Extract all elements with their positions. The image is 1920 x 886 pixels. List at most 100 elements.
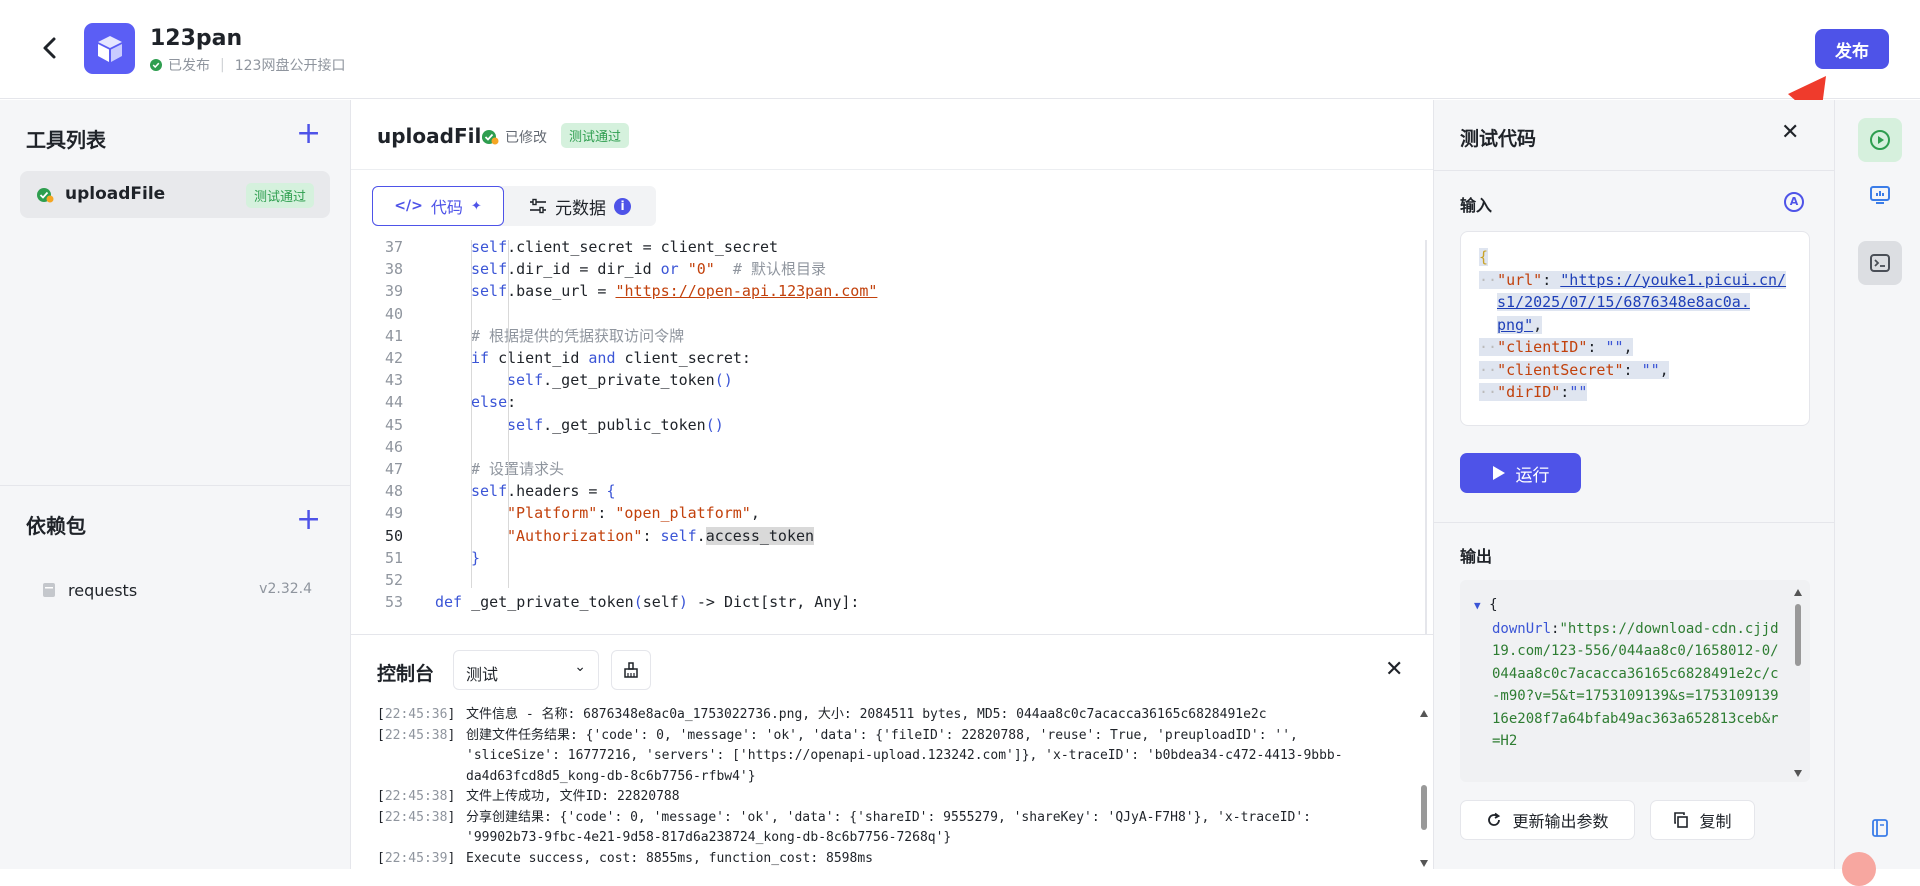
output-val-downurl: "https://download-cdn.cjjd19.com/123-556… (1492, 620, 1779, 750)
modified-status: 已修改 (481, 127, 547, 147)
code-line: 49 "Platform": "open_platform", (351, 502, 1411, 524)
back-arrow-icon[interactable] (36, 34, 64, 62)
code-text: } (471, 548, 481, 567)
ai-fill-icon[interactable]: A (1784, 192, 1804, 212)
input-label: 输入 (1460, 196, 1493, 215)
test-input-editor[interactable]: { ··"url": "https://youke1.picui.cn/ s1/… (1460, 231, 1810, 426)
app-title: 123pan (150, 26, 243, 51)
test-run-tab[interactable] (1858, 118, 1902, 162)
line-number: 50 (384, 526, 403, 545)
test-panel-title: 测试代码 (1460, 128, 1537, 150)
line-number: 38 (384, 260, 403, 279)
test-output-viewer[interactable]: ▼ { downUrl:"https://download-cdn.cjjd19… (1460, 580, 1810, 782)
publish-button[interactable]: 发布 (1815, 29, 1889, 69)
code-line: 47 # 设置请求头 (351, 458, 1411, 480)
code-text: self.dir_id = dir_id or "0" # 默认根目录 (471, 260, 826, 279)
close-test-panel-icon[interactable]: ✕ (1781, 120, 1799, 145)
clear-console-button[interactable] (611, 650, 651, 690)
line-number: 39 (384, 282, 403, 301)
json-val-clientsecret: "" (1641, 360, 1660, 379)
app-logo (84, 23, 135, 74)
play-circle-icon (1870, 130, 1890, 150)
editor-header: uploadFile 已修改 测试通过 (351, 100, 1433, 170)
editor-title: uploadFile (377, 124, 495, 148)
code-line: 42 if client_id and client_secret: (351, 347, 1411, 369)
json-val-url-2: s1/2025/07/15/6876348e8ac0a. (1497, 293, 1750, 311)
line-number: 42 (384, 349, 403, 367)
run-button[interactable]: 运行 (1460, 453, 1581, 493)
code-text: self.headers = { (471, 482, 616, 501)
line-number: 43 (384, 371, 403, 390)
output-key-downurl: downUrl (1492, 620, 1552, 637)
console-panel: 控制台 测试 ⌄ ✕ [22:45:36] 文件信息 - 名称: 6876348e… (351, 634, 1433, 869)
sidebar-divider (0, 485, 351, 486)
code-text: self.base_url = "https://open-api.123pan… (471, 282, 878, 301)
modified-label: 已修改 (505, 130, 547, 146)
tab-metadata-label: 元数据 (555, 198, 606, 219)
log-entry: [22:45:38] 分享创建结果: {'code': 0, 'message':… (377, 808, 1407, 849)
tab-code-label: 代码 (430, 198, 463, 217)
collapse-caret-icon[interactable]: ▼ (1474, 599, 1481, 612)
code-line: 40 (351, 303, 1411, 325)
tool-item-uploadfile[interactable]: uploadFile 测试通过 (20, 171, 330, 218)
monitor-icon (1870, 186, 1890, 204)
log-message: 文件信息 - 名称: 6876348e8ac0a_1753022736.png,… (466, 707, 1267, 722)
add-tool-button[interactable]: + (296, 119, 321, 149)
line-number: 40 (384, 304, 403, 323)
line-number: 48 (384, 482, 403, 501)
console-mode-select[interactable]: 测试 ⌄ (453, 650, 599, 690)
line-number: 45 (384, 415, 403, 434)
close-console-icon[interactable]: ✕ (1385, 657, 1403, 682)
output-scrollbar[interactable] (1792, 584, 1804, 780)
run-label: 运行 (1515, 465, 1550, 486)
log-timestamp: [22:45:38] (377, 789, 456, 804)
update-output-params-button[interactable]: 更新输出参数 (1460, 800, 1635, 840)
monitor-tab[interactable] (1858, 173, 1902, 217)
log-message: Execute success, cost: 8855ms, function_… (466, 850, 873, 866)
log-timestamp: [22:45:38] (377, 809, 456, 825)
json-val-clientid: "" (1605, 338, 1624, 356)
json-val-url-1: "https://youke1.picui.cn/ (1560, 270, 1787, 289)
left-sidebar: 工具列表 + uploadFile 测试通过 依赖包 + requests v2… (0, 100, 351, 869)
tab-code[interactable]: </> 代码 ✦ (372, 186, 504, 226)
app-description: 123网盘公开接口 (234, 58, 346, 74)
console-log: [22:45:36] 文件信息 - 名称: 6876348e8ac0a_17530… (377, 705, 1407, 870)
log-message: 文件上传成功, 文件ID: 22820788 (466, 789, 680, 804)
output-open-brace: { (1489, 597, 1498, 613)
dependency-item-requests[interactable]: requests v2.32.4 (40, 575, 312, 605)
line-number: 52 (384, 571, 403, 589)
log-timestamp: [22:45:38] (377, 727, 456, 743)
console-mode-value: 测试 (466, 665, 499, 684)
code-text: if client_id and client_secret: (471, 349, 751, 367)
line-number: 47 (384, 460, 403, 478)
add-dependency-button[interactable]: + (296, 505, 321, 535)
tools-title: 工具列表 (26, 128, 106, 152)
tool-status-icon (37, 188, 54, 203)
info-icon: i (614, 197, 631, 215)
chevron-down-icon: ⌄ (574, 659, 586, 675)
check-circle-icon (150, 59, 162, 71)
docs-tab[interactable] (1858, 806, 1902, 850)
copy-button[interactable]: 复制 (1650, 800, 1755, 840)
deps-title: 依赖包 (26, 514, 86, 538)
code-text: "Platform": "open_platform", (507, 504, 760, 523)
code-text: self._get_public_token() (507, 415, 724, 434)
log-message: 分享创建结果: {'code': 0, 'message': 'ok', 'da… (466, 809, 1312, 846)
divider (1434, 170, 1834, 171)
code-line: 46 (351, 436, 1411, 458)
console-scrollbar[interactable] (1419, 705, 1429, 870)
log-timestamp: [22:45:39] (377, 850, 456, 866)
avatar[interactable] (1842, 852, 1876, 886)
test-pass-badge: 测试通过 (561, 123, 630, 148)
json-open-brace: { (1479, 248, 1489, 266)
terminal-tab[interactable] (1858, 241, 1902, 285)
code-text: self.client_secret = client_secret (471, 240, 779, 256)
tab-metadata[interactable]: 元数据 i (504, 186, 656, 226)
modified-icon (482, 130, 499, 145)
json-val-url-3: png" (1497, 315, 1534, 334)
app-meta: 已发布 | 123网盘公开接口 (150, 55, 345, 75)
sliders-icon (530, 198, 546, 214)
dependency-name: requests (68, 581, 138, 600)
indent-guide (471, 240, 472, 588)
code-text: else: (471, 393, 517, 412)
